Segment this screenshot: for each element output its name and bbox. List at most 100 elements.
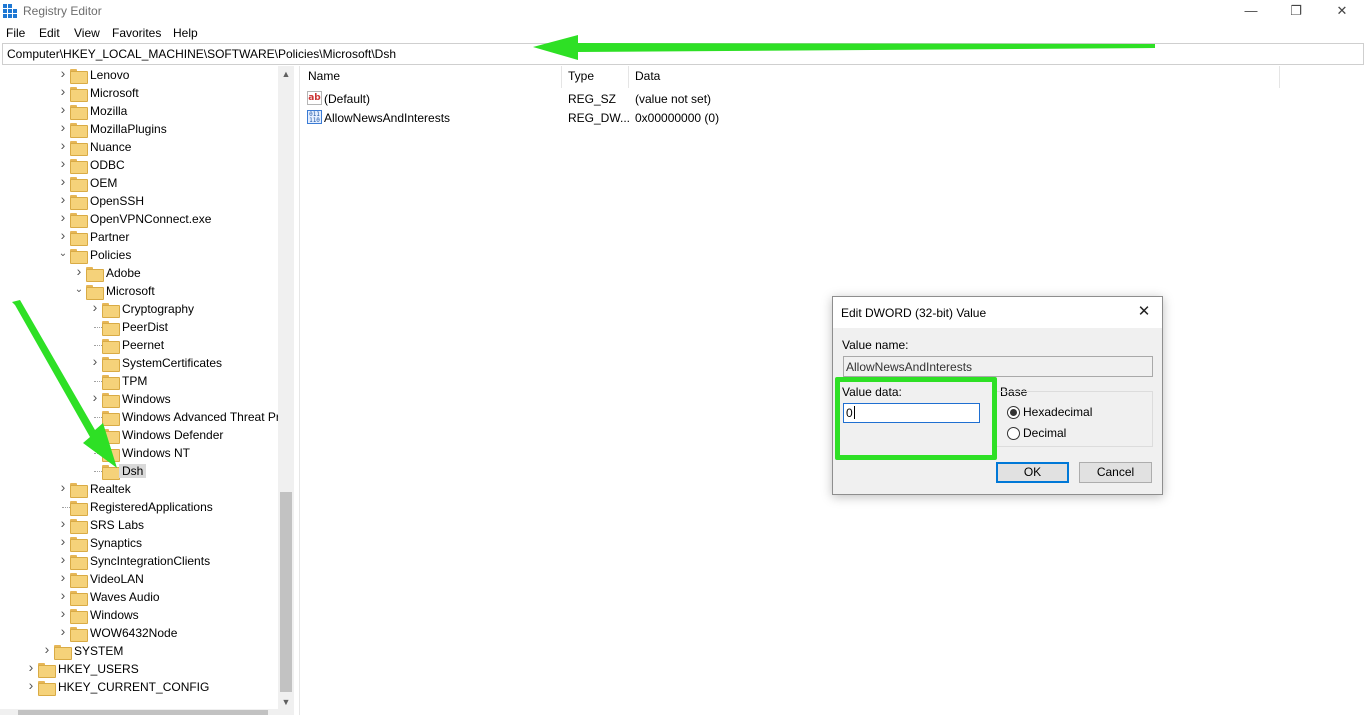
tree-node-label[interactable]: Windows NT	[122, 446, 190, 460]
tree-node[interactable]: › Adobe	[0, 264, 278, 282]
list-row-default[interactable]: ab (Default) REG_SZ (value not set)	[300, 90, 1300, 108]
hexadecimal-radio[interactable]	[1007, 406, 1020, 419]
chevron-right-icon[interactable]: ›	[58, 138, 68, 153]
registry-tree[interactable]: › Lenovo › Microsoft › Mozilla › MozillaPlugins…	[0, 66, 294, 715]
tree-node-label[interactable]: Windows Advanced Threat Pr	[122, 410, 280, 424]
tree-node[interactable]: › Nuance	[0, 138, 278, 156]
tree-node-label[interactable]: Cryptography	[122, 302, 194, 316]
chevron-right-icon[interactable]: ›	[58, 624, 68, 639]
tree-node[interactable]: › Partner	[0, 228, 278, 246]
tree-node[interactable]: › OEM	[0, 174, 278, 192]
tree-node[interactable]: Windows Defender	[0, 426, 278, 444]
tree-node-label[interactable]: Nuance	[90, 140, 131, 154]
tree-vertical-scrollbar[interactable]: ▲ ▼	[278, 66, 294, 715]
tree-node-label[interactable]: Synaptics	[90, 536, 142, 550]
column-divider[interactable]	[1279, 66, 1280, 88]
tree-node-label[interactable]: SYSTEM	[74, 644, 123, 658]
chevron-right-icon[interactable]: ›	[58, 210, 68, 225]
tree-node[interactable]: › Windows	[0, 390, 278, 408]
decimal-radio[interactable]	[1007, 427, 1020, 440]
tree-node-label[interactable]: RegisteredApplications	[90, 500, 213, 514]
tree-node[interactable]: › SyncIntegrationClients	[0, 552, 278, 570]
chevron-right-icon[interactable]: ›	[58, 570, 68, 585]
dialog-close-icon[interactable]: ✕	[1133, 302, 1155, 322]
chevron-right-icon[interactable]: ›	[58, 84, 68, 99]
tree-node[interactable]: › Synaptics	[0, 534, 278, 552]
tree-node[interactable]: › Waves Audio	[0, 588, 278, 606]
tree-node[interactable]: PeerDist	[0, 318, 278, 336]
chevron-right-icon[interactable]: ›	[26, 660, 36, 675]
tree-node[interactable]: › OpenSSH	[0, 192, 278, 210]
list-row-allownewsandinterests[interactable]: 011 110 AllowNewsAndInterests REG_DW... …	[300, 109, 1300, 127]
tree-node-label[interactable]: Waves Audio	[90, 590, 160, 604]
tree-node-label[interactable]: PeerDist	[122, 320, 168, 334]
menu-edit[interactable]: Edit	[39, 26, 60, 40]
tree-node[interactable]: RegisteredApplications	[0, 498, 278, 516]
tree-node[interactable]: ⌄ Microsoft	[0, 282, 278, 300]
tree-node[interactable]: › Lenovo	[0, 66, 278, 84]
tree-node-label[interactable]: HKEY_CURRENT_CONFIG	[58, 680, 209, 694]
horizontal-scrollbar-thumb[interactable]	[18, 710, 268, 715]
chevron-right-icon[interactable]: ›	[58, 228, 68, 243]
tree-node-label[interactable]: TPM	[122, 374, 147, 388]
tree-node[interactable]: › OpenVPNConnect.exe	[0, 210, 278, 228]
tree-node-label[interactable]: Microsoft	[106, 284, 155, 298]
chevron-right-icon[interactable]: ›	[90, 390, 100, 405]
cancel-button[interactable]: Cancel	[1079, 462, 1152, 483]
chevron-right-icon[interactable]: ›	[26, 678, 36, 693]
menu-file[interactable]: File	[6, 26, 25, 40]
tree-node-label[interactable]: Partner	[90, 230, 129, 244]
tree-node[interactable]: › MozillaPlugins	[0, 120, 278, 138]
tree-node-label[interactable]: SRS Labs	[90, 518, 144, 532]
tree-node-label[interactable]: HKEY_USERS	[58, 662, 139, 676]
chevron-right-icon[interactable]: ›	[42, 642, 52, 657]
tree-node-label[interactable]: OpenVPNConnect.exe	[90, 212, 211, 226]
scroll-up-arrow-icon[interactable]: ▲	[278, 66, 294, 83]
chevron-right-icon[interactable]: ›	[58, 66, 68, 81]
tree-node[interactable]: › VideoLAN	[0, 570, 278, 588]
tree-node[interactable]: Dsh	[0, 462, 278, 480]
address-bar[interactable]: Computer\HKEY_LOCAL_MACHINE\SOFTWARE\Pol…	[2, 43, 1364, 65]
chevron-right-icon[interactable]: ›	[58, 174, 68, 189]
tree-node[interactable]: › SystemCertificates	[0, 354, 278, 372]
tree-node-label[interactable]: WOW6432Node	[90, 626, 177, 640]
tree-node-label[interactable]: SyncIntegrationClients	[90, 554, 210, 568]
dialog-title-bar[interactable]: Edit DWORD (32-bit) Value ✕	[833, 297, 1162, 328]
tree-node[interactable]: › WOW6432Node	[0, 624, 278, 642]
chevron-right-icon[interactable]: ›	[74, 264, 84, 279]
chevron-right-icon[interactable]: ›	[58, 120, 68, 135]
chevron-right-icon[interactable]: ›	[90, 300, 100, 315]
chevron-right-icon[interactable]: ›	[58, 534, 68, 549]
tree-node[interactable]: › Microsoft	[0, 84, 278, 102]
chevron-down-icon[interactable]: ⌄	[58, 247, 68, 261]
tree-node-label[interactable]: Peernet	[122, 338, 164, 352]
chevron-right-icon[interactable]: ›	[58, 588, 68, 603]
decimal-label[interactable]: Decimal	[1023, 426, 1066, 440]
tree-node-label[interactable]: Mozilla	[90, 104, 127, 118]
chevron-right-icon[interactable]: ›	[58, 606, 68, 621]
tree-node[interactable]: ⌄ Policies	[0, 246, 278, 264]
column-header-name[interactable]: Name	[308, 69, 340, 83]
tree-node[interactable]: › SYSTEM	[0, 642, 278, 660]
chevron-right-icon[interactable]: ›	[58, 102, 68, 117]
scrollbar-thumb[interactable]	[280, 492, 292, 692]
hexadecimal-label[interactable]: Hexadecimal	[1023, 405, 1092, 419]
tree-node[interactable]: › Windows	[0, 606, 278, 624]
tree-node[interactable]: › SRS Labs	[0, 516, 278, 534]
tree-node-label[interactable]: OEM	[90, 176, 117, 190]
tree-node[interactable]: Windows NT	[0, 444, 278, 462]
column-divider[interactable]	[628, 66, 629, 88]
tree-node[interactable]: TPM	[0, 372, 278, 390]
tree-node-label[interactable]: Policies	[90, 248, 131, 262]
chevron-right-icon[interactable]: ›	[90, 354, 100, 369]
tree-node-label[interactable]: Dsh	[119, 464, 147, 478]
tree-node-label[interactable]: OpenSSH	[90, 194, 144, 208]
chevron-right-icon[interactable]: ›	[58, 516, 68, 531]
tree-node-label[interactable]: Adobe	[106, 266, 141, 280]
column-divider[interactable]	[561, 66, 562, 88]
tree-horizontal-scrollbar[interactable]	[0, 709, 278, 715]
tree-node-label[interactable]: Windows Defender	[122, 428, 223, 442]
tree-node[interactable]: › Mozilla	[0, 102, 278, 120]
chevron-right-icon[interactable]: ›	[58, 552, 68, 567]
menu-favorites[interactable]: Favorites	[112, 26, 161, 40]
